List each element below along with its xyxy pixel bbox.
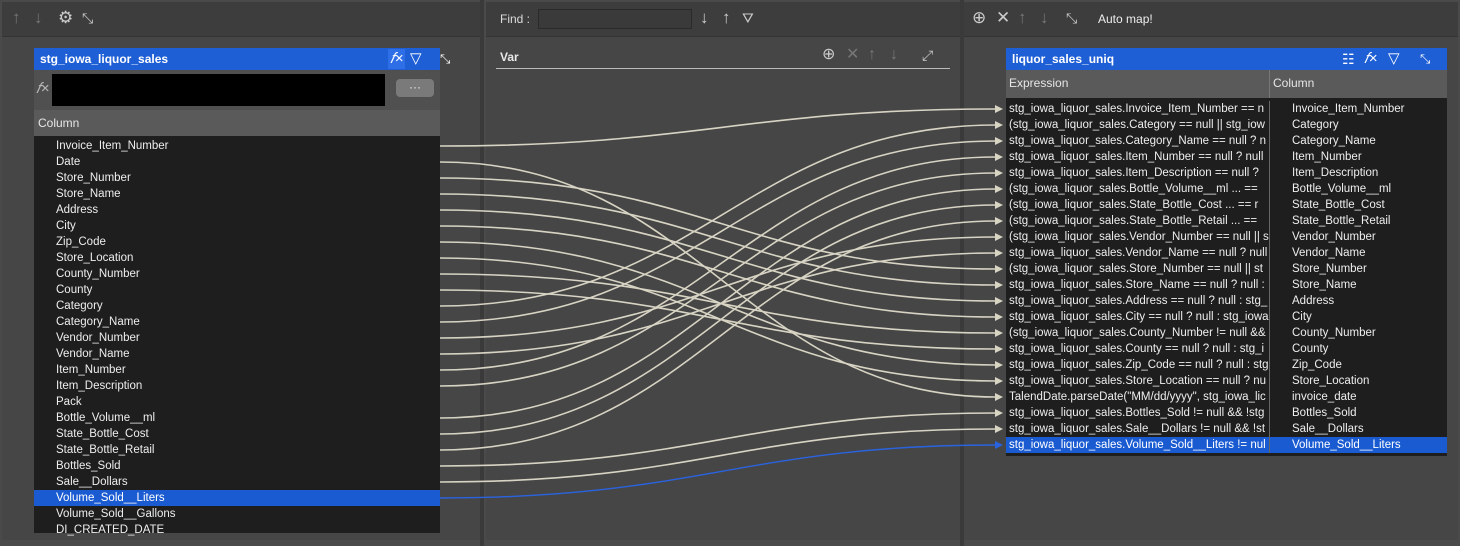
mapping-arrowhead: [995, 425, 1003, 433]
mapping-arrowhead: [995, 297, 1003, 305]
mapping-arrowhead: [995, 217, 1003, 225]
mapping-arrowhead: [995, 377, 1003, 385]
mapping-link[interactable]: [439, 273, 997, 334]
mapping-arrowhead: [995, 329, 1003, 337]
mapping-link[interactable]: [439, 172, 997, 387]
mapping-arrowhead: [995, 153, 1003, 161]
mapping-link[interactable]: [439, 209, 997, 302]
mapping-link[interactable]: [439, 236, 997, 339]
mapping-arrowhead: [995, 441, 1003, 449]
mapping-link[interactable]: [439, 108, 997, 147]
mapping-arrowhead: [995, 281, 1003, 289]
mapping-link[interactable]: [439, 428, 997, 483]
mapping-link[interactable]: [439, 124, 997, 307]
mapping-arrowhead: [995, 185, 1003, 193]
mapping-arrowhead: [995, 265, 1003, 273]
mapping-arrowhead: [995, 313, 1003, 321]
mapping-arrowhead: [995, 169, 1003, 177]
mapping-arrowhead: [995, 249, 1003, 257]
mapping-arrowhead: [995, 345, 1003, 353]
mapping-arrowhead: [995, 409, 1003, 417]
mapping-arrowhead: [995, 393, 1003, 401]
mapping-arrowhead: [995, 137, 1003, 145]
mapping-link[interactable]: [439, 140, 997, 323]
mapping-link[interactable]: [439, 444, 997, 499]
mapping-arrowhead: [995, 201, 1003, 209]
mapping-arrowhead: [995, 233, 1003, 241]
mapping-arrowhead: [995, 121, 1003, 129]
mapping-arrowhead: [995, 105, 1003, 113]
mapping-link[interactable]: [439, 412, 997, 467]
mapping-arrowhead: [995, 361, 1003, 369]
mapping-links: [439, 105, 1003, 499]
